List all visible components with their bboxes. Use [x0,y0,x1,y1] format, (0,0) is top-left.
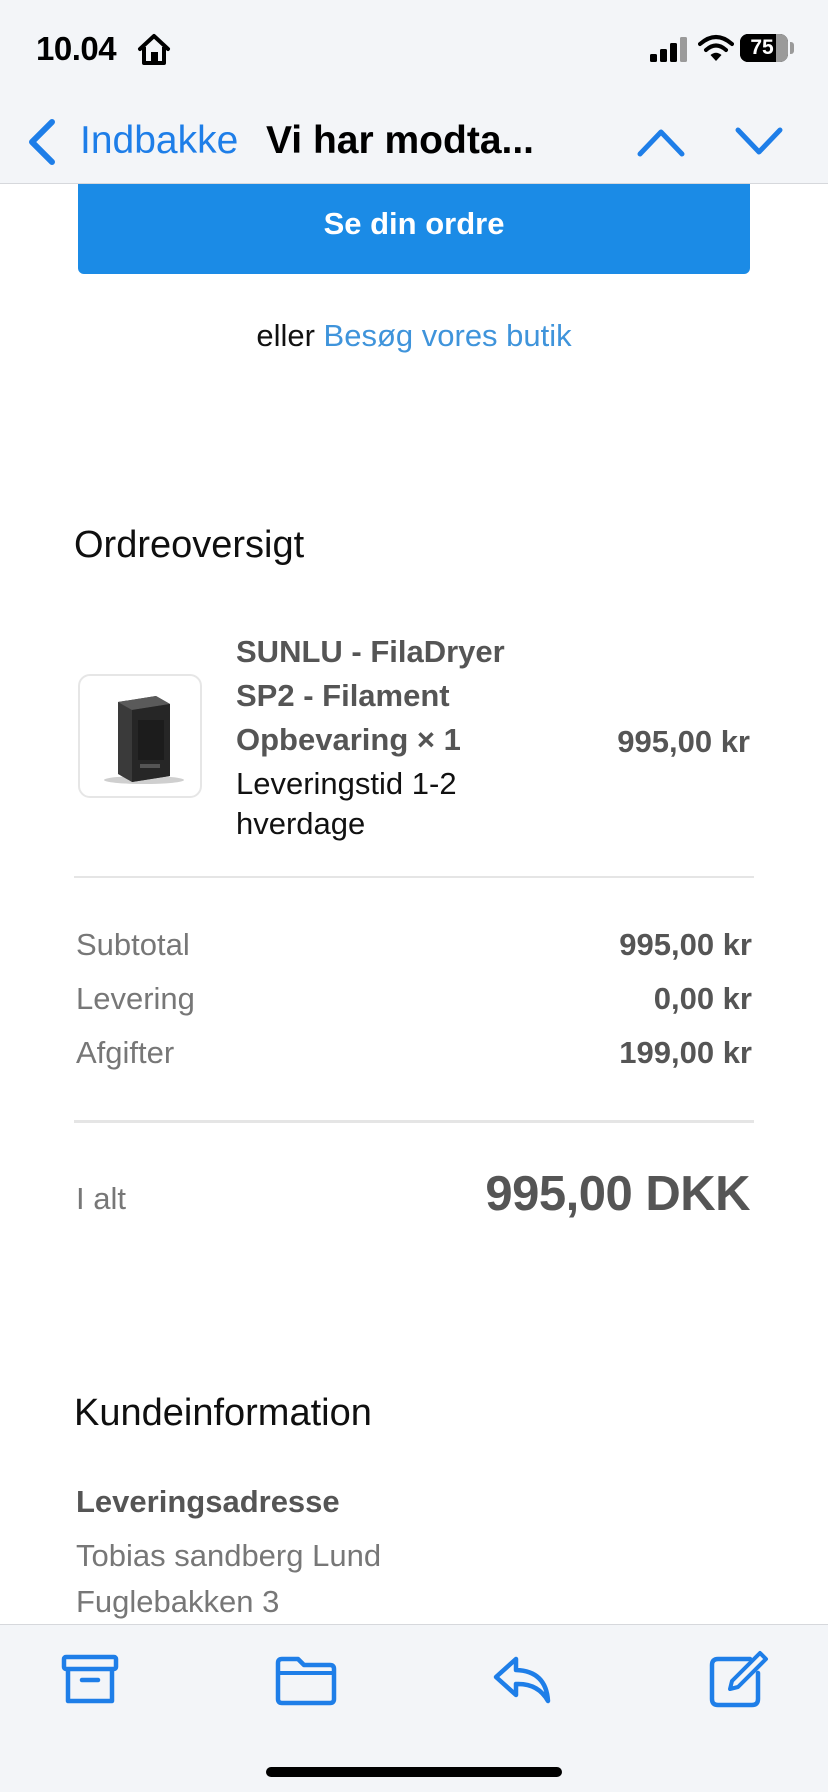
divider [74,876,754,878]
summary-row-subtotal: Subtotal 995,00 kr [76,922,752,968]
archive-icon[interactable] [58,1649,122,1709]
home-indicator[interactable] [266,1767,562,1777]
product-price: 995,00 kr [617,724,750,759]
customer-info-title: Kundeinformation [74,1392,372,1434]
or-text: eller [256,318,315,353]
nav-bar: Indbakke Vi har modta... [0,100,828,184]
summary-label: Levering [76,981,195,1016]
summary-value: 199,00 kr [619,1035,752,1070]
total-label: I alt [76,1181,126,1216]
summary-label: Subtotal [76,927,190,962]
signal-icon [650,37,687,62]
shipping-address-street: Fuglebakken 3 [76,1584,280,1619]
product-image [104,696,184,784]
battery-tip [790,42,794,54]
summary-label: Afgifter [76,1035,175,1070]
home-icon [138,34,170,65]
status-time: 10.04 [36,30,117,67]
chevron-up-icon[interactable] [636,122,686,162]
bottom-toolbar [0,1624,828,1792]
product-name: SUNLU - FilaDryer SP2 - Filament Opbevar… [236,634,505,757]
visit-shop-link[interactable]: Besøg vores butik [324,318,572,353]
chevron-left-icon[interactable] [24,116,60,168]
email-body[interactable]: Se din ordre eller Besøg vores butik Ord… [0,184,828,1624]
summary-value: 0,00 kr [653,981,752,1016]
shipping-address-name: Tobias sandberg Lund [76,1538,382,1573]
wifi-icon [698,35,734,61]
order-summary-title: Ordreoversigt [74,524,305,566]
status-bar: 10.04 75 [0,0,828,100]
summary-row-taxes: Afgifter 199,00 kr [76,1030,752,1076]
product-thumbnail[interactable] [78,674,202,798]
battery-level: 75 [750,36,774,59]
chevron-down-icon[interactable] [734,122,784,162]
battery-icon: 75 [740,34,788,62]
total-value: 995,00 DKK [485,1167,750,1221]
summary-row-shipping: Levering 0,00 kr [76,976,752,1022]
shipping-address-heading: Leveringsadresse [76,1484,340,1519]
back-button[interactable]: Indbakke [80,116,238,166]
summary-value: 995,00 kr [619,927,752,962]
divider [74,1120,754,1123]
view-order-button[interactable]: Se din ordre [78,184,750,274]
or-visit-shop-line: eller Besøg vores butik [0,316,828,356]
compose-icon[interactable] [706,1649,770,1709]
product-delivery-time: Leveringstid 1-2 hverdage [236,766,457,841]
folder-icon[interactable] [274,1649,338,1709]
reply-icon[interactable] [490,1649,554,1709]
email-subject-title: Vi har modta... [266,119,535,162]
